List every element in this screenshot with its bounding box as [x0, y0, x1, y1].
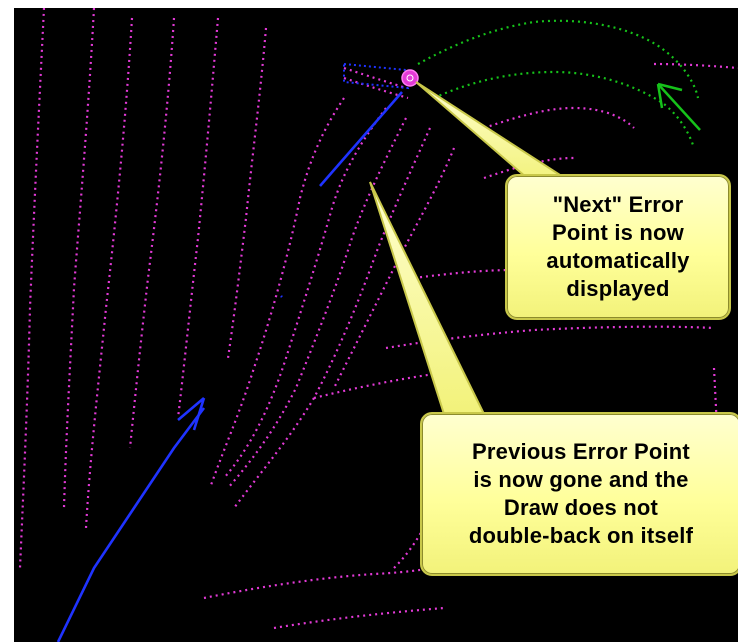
green-contour-line [433, 70, 696, 149]
contour-line [84, 17, 134, 529]
next-error-callout-text: "Next" Error Point is now automatically … [546, 192, 690, 301]
green-contour-lines [417, 19, 700, 149]
contour-line [233, 127, 432, 509]
callout-prev-pointer [369, 181, 486, 415]
contour-line [62, 8, 96, 509]
draw-line-upper [319, 91, 403, 187]
callout-next-pointer [415, 81, 578, 185]
next-error-callout: "Next" Error Point is now automatically … [505, 174, 731, 320]
contour-line [223, 107, 387, 479]
green-direction-arrow [656, 82, 701, 131]
error-point-marker[interactable] [401, 69, 419, 87]
draw-lines [56, 91, 403, 642]
contour-line [273, 606, 445, 630]
contour-line [226, 27, 268, 359]
draw-dot [280, 295, 283, 298]
contour-line [313, 372, 435, 400]
previous-error-callout-text: Previous Error Point is now gone and the… [468, 439, 694, 548]
contour-line [483, 106, 635, 130]
contour-line [18, 8, 46, 569]
contour-line [203, 562, 455, 600]
previous-error-callout: Previous Error Point is now gone and the… [420, 412, 738, 576]
green-contour-line [417, 19, 700, 99]
contour-line [208, 97, 345, 489]
contour-line [227, 117, 407, 489]
contour-line [176, 17, 220, 419]
contour-line [343, 66, 407, 90]
cad-drawing-canvas[interactable]: "Next" Error Point is now automatically … [14, 8, 738, 642]
contour-line [413, 268, 515, 280]
contour-line [128, 17, 176, 449]
previous-draw-trace [343, 62, 410, 90]
contour-line [653, 62, 738, 70]
